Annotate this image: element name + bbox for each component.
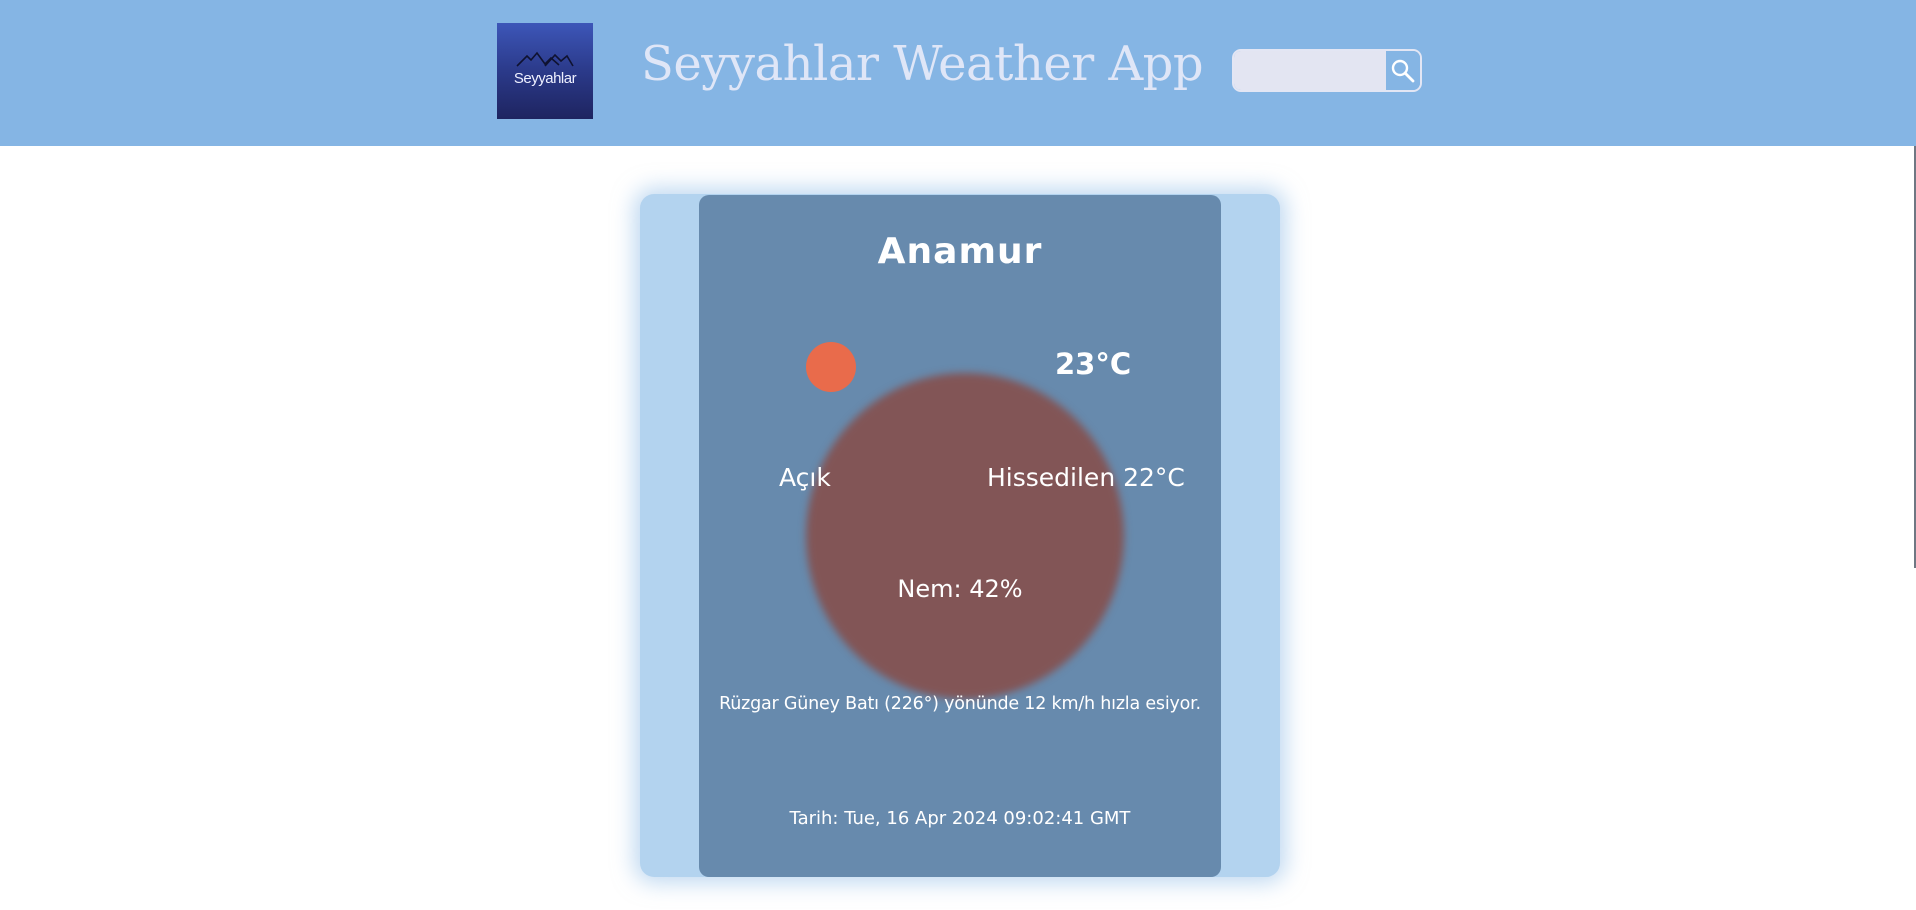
humidity: Nem: 42% xyxy=(897,575,1023,603)
sun-icon xyxy=(806,342,856,392)
weather-condition: Açık xyxy=(779,463,831,492)
feels-like: Hissedilen 22°C xyxy=(987,463,1185,492)
app-title: Seyyahlar Weather App xyxy=(641,36,1204,92)
observation-date: Tarih: Tue, 16 Apr 2024 09:02:41 GMT xyxy=(789,808,1131,829)
search-box xyxy=(1232,49,1422,92)
background-glow xyxy=(806,373,1124,699)
temperature: 23°C xyxy=(1055,347,1132,381)
search-button[interactable] xyxy=(1386,51,1420,90)
city-name: Anamur xyxy=(877,231,1043,272)
app-header: Seyyahlar Seyyahlar Weather App xyxy=(0,0,1916,146)
search-input[interactable] xyxy=(1234,51,1386,90)
mountains-logo-icon xyxy=(516,51,574,67)
logo-text: Seyyahlar xyxy=(513,69,577,87)
app-logo[interactable]: Seyyahlar xyxy=(497,23,593,119)
weather-card: Anamur 23°C Açık Hissedilen 22°C Nem: 42… xyxy=(699,195,1221,877)
search-icon xyxy=(1391,59,1415,82)
wind-info: Rüzgar Güney Batı (226°) yönünde 12 km/h… xyxy=(719,694,1201,714)
